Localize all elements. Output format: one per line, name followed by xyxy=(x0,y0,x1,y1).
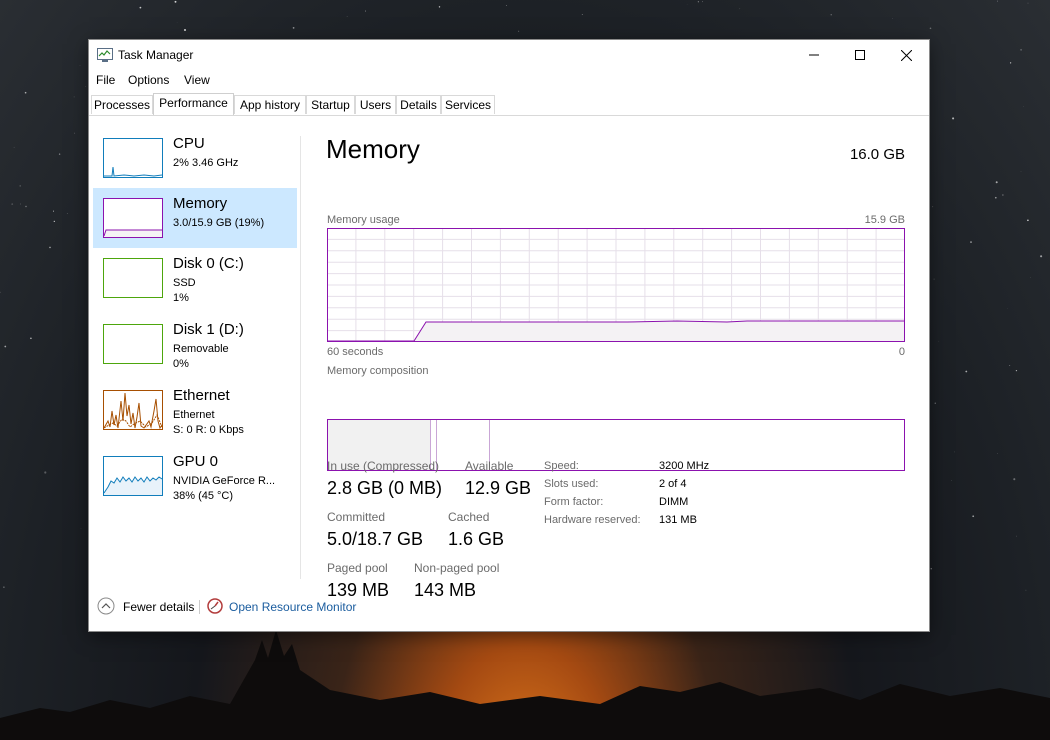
maximize-icon xyxy=(855,50,865,60)
window-title: Task Manager xyxy=(118,48,194,62)
sidebar-item-usage: 38% (45 °C) xyxy=(173,490,234,502)
menu-bar: File Options View xyxy=(89,70,929,90)
memory-usage-max: 15.9 GB xyxy=(864,214,905,226)
sidebar-item-detail: NVIDIA GeForce R... xyxy=(173,475,276,487)
paged-pool-label: Paged pool xyxy=(327,561,388,575)
close-button[interactable] xyxy=(883,40,929,70)
graph-time-right: 0 xyxy=(898,346,905,358)
sidebar-item-detail: Ethernet xyxy=(173,409,215,421)
sidebar-item-disk-1[interactable]: Disk 1 (D:) Removable 0% xyxy=(93,314,297,374)
page-title: Memory xyxy=(326,134,420,164)
open-resource-monitor-link[interactable]: Open Resource Monitor xyxy=(229,600,356,614)
sidebar-item-usage: 0% xyxy=(173,358,189,370)
sidebar-item-title: Memory xyxy=(173,195,228,212)
committed-value: 5.0/18.7 GB xyxy=(327,529,424,549)
graph-time-left: 60 seconds xyxy=(327,346,384,358)
sidebar-item-detail: Removable xyxy=(173,343,229,355)
tab-processes[interactable]: Processes xyxy=(91,95,153,114)
minimize-button[interactable] xyxy=(791,40,837,70)
non-paged-pool-label: Non-paged pool xyxy=(414,561,500,575)
minimize-icon xyxy=(809,54,819,56)
sidebar-item-cpu[interactable]: CPU 2% 3.46 GHz xyxy=(93,128,297,188)
tab-startup[interactable]: Startup xyxy=(306,95,355,114)
sidebar-item-usage: 1% xyxy=(173,292,189,304)
available-label: Available xyxy=(465,459,514,473)
sidebar-item-detail: 3.0/15.9 GB (19%) xyxy=(173,217,265,229)
resource-sidebar: CPU 2% 3.46 GHz Memory 3.0/15.9 GB (19%)… xyxy=(89,116,301,578)
memory-panel: Memory 16.0 GB Memory usage 15.9 GB 60 s… xyxy=(301,116,929,600)
tab-app-history[interactable]: App history xyxy=(234,95,306,114)
disk-1-thumbnail-graph xyxy=(103,324,163,364)
tab-performance[interactable]: Performance xyxy=(153,93,234,115)
tab-services[interactable]: Services xyxy=(441,95,495,114)
memory-thumbnail-graph xyxy=(103,198,163,238)
sidebar-item-detail: SSD xyxy=(173,277,196,289)
cpu-thumbnail-graph xyxy=(103,138,163,178)
memory-usage-graph xyxy=(327,228,905,342)
sidebar-item-title: Disk 0 (C:) xyxy=(173,255,244,272)
available-value: 12.9 GB xyxy=(465,478,532,498)
in-use-label: In use (Compressed) xyxy=(327,459,440,473)
maximize-button[interactable] xyxy=(837,40,883,70)
footer-bar: Fewer details Open Resource Monitor xyxy=(89,594,929,624)
sidebar-item-usage: S: 0 R: 0 Kbps xyxy=(173,424,244,436)
sidebar-item-disk-0[interactable]: Disk 0 (C:) SSD 1% xyxy=(93,248,297,308)
close-icon xyxy=(900,49,912,61)
sidebar-item-ethernet[interactable]: Ethernet Ethernet S: 0 R: 0 Kbps xyxy=(93,380,297,440)
slots-used-label: Slots used: xyxy=(544,478,599,490)
sidebar-item-gpu-0[interactable]: GPU 0 NVIDIA GeForce R... 38% (45 °C) xyxy=(93,446,297,506)
sidebar-item-title: Disk 1 (D:) xyxy=(173,321,244,338)
task-manager-icon xyxy=(97,48,113,62)
gpu-thumbnail-graph xyxy=(103,456,163,496)
cached-label: Cached xyxy=(448,510,490,524)
menu-options[interactable]: Options xyxy=(128,73,169,87)
sidebar-item-detail: 2% 3.46 GHz xyxy=(173,157,239,169)
chevron-up-circle-icon[interactable] xyxy=(97,597,115,615)
resource-monitor-icon xyxy=(207,598,223,614)
disk-0-thumbnail-graph xyxy=(103,258,163,298)
memory-total: 16.0 GB xyxy=(849,146,905,163)
menu-file[interactable]: File xyxy=(96,73,115,87)
ethernet-thumbnail-graph xyxy=(103,390,163,430)
speed-value: 3200 MHz xyxy=(659,460,710,472)
memory-composition-label: Memory composition xyxy=(327,365,429,377)
cached-value: 1.6 GB xyxy=(448,529,505,549)
footer-separator xyxy=(199,600,200,614)
in-use-value: 2.8 GB (0 MB) xyxy=(327,478,443,498)
tab-details[interactable]: Details xyxy=(396,95,441,114)
sidebar-item-title: Ethernet xyxy=(173,387,230,404)
sidebar-item-memory[interactable]: Memory 3.0/15.9 GB (19%) xyxy=(93,188,297,248)
memory-usage-label: Memory usage xyxy=(327,214,400,226)
form-factor-value: DIMM xyxy=(659,496,689,508)
menu-view[interactable]: View xyxy=(184,73,210,87)
slots-used-value: 2 of 4 xyxy=(659,478,687,490)
tab-users[interactable]: Users xyxy=(355,95,396,114)
tab-strip: Processes Performance App history Startu… xyxy=(89,93,929,115)
speed-label: Speed: xyxy=(544,460,579,472)
task-manager-window: Task Manager File Options View Processes… xyxy=(89,40,929,631)
hardware-reserved-value: 131 MB xyxy=(659,514,697,526)
title-bar[interactable]: Task Manager xyxy=(89,40,929,70)
form-factor-label: Form factor: xyxy=(544,496,604,508)
sidebar-item-title: GPU 0 xyxy=(173,453,219,470)
fewer-details-button[interactable]: Fewer details xyxy=(123,600,194,614)
hardware-reserved-label: Hardware reserved: xyxy=(544,514,641,526)
committed-label: Committed xyxy=(327,510,386,524)
sidebar-item-title: CPU xyxy=(173,135,205,152)
